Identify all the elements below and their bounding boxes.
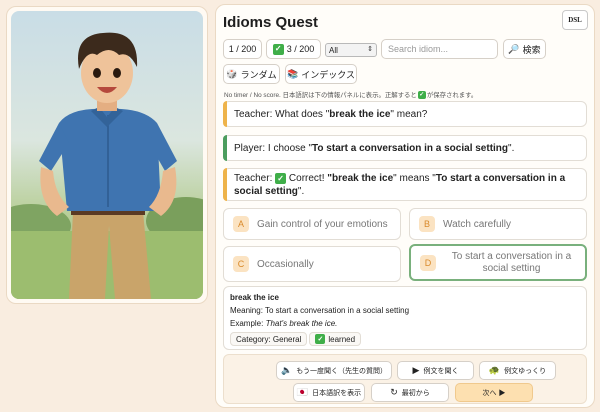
show-translation-button[interactable]: 🇯🇵 日本語訳を表示 [293, 383, 365, 402]
progress-label: 1 / 200 [228, 44, 257, 54]
option-letter: D [420, 254, 436, 271]
quiz-panel: Idioms Quest DSL 1 / 200 ✓ 3 / 200 All ⇕… [215, 4, 595, 408]
option-a[interactable]: A Gain control of your emotions [223, 208, 401, 240]
category-tag: Category: General [230, 332, 308, 346]
answer-text: Player: I choose "To start a conversatio… [234, 142, 515, 154]
learned-tag: ✓ learned [309, 332, 362, 346]
replay-question-button[interactable]: 🔈 もう一度聞く（先生の質問） [276, 361, 392, 380]
option-d[interactable]: D To start a conversation in a social se… [409, 244, 587, 281]
dice-icon: 🎲 [226, 68, 238, 79]
index-button[interactable]: 📚 インデックス [285, 64, 357, 84]
feedback-text: Teacher: ✓ Correct! "break the ice" mean… [234, 172, 566, 197]
option-c[interactable]: C Occasionally [223, 246, 401, 282]
search-button-label: 検索 [522, 44, 541, 55]
instruction-note: No timer / No score. 日本語訳は下の情報パネルに表示。正解す… [224, 90, 477, 99]
speaker-icon: 🔈 [280, 365, 293, 375]
character-illustration [11, 32, 203, 299]
search-button[interactable]: 🔎 検索 [503, 39, 546, 59]
note-text: No timer / No score. 日本語訳は下の情報パネルに表示。正解す… [224, 92, 417, 99]
footer-controls: 🔈 もう一度聞く（先生の質問） ▶ 例文を聞く 🐢 例文ゆっくり 🇯🇵 日本語訳… [223, 354, 587, 404]
book-icon: 📚 [287, 68, 299, 79]
show-translation-label: 日本語訳を表示 [312, 389, 362, 397]
next-button[interactable]: 次へ ▶ [455, 383, 533, 402]
player-answer: Player: I choose "To start a conversatio… [223, 135, 587, 161]
restart-label: 最初から [401, 389, 430, 397]
dsl-badge[interactable]: DSL [562, 10, 588, 30]
option-letter: A [233, 216, 249, 232]
progress-counter: 1 / 200 [223, 39, 262, 59]
teacher-feedback: Teacher: ✓ Correct! "break the ice" mean… [223, 168, 587, 201]
japan-flag-icon: 🇯🇵 [296, 387, 309, 397]
select-arrows-icon: ⇕ [367, 46, 373, 53]
restart-icon: ↻ [390, 387, 398, 397]
listen-example-button[interactable]: ▶ 例文を聞く [397, 361, 474, 380]
info-word: break the ice [230, 293, 279, 302]
info-panel: break the ice Meaning: To start a conver… [223, 286, 587, 350]
check-icon: ✓ [417, 90, 426, 99]
random-button[interactable]: 🎲 ランダム [223, 64, 280, 84]
check-icon: ✓ [275, 173, 287, 184]
replay-label: もう一度聞く（先生の質問） [296, 367, 387, 375]
question-text: Teacher: What does "break the ice" mean? [234, 108, 428, 120]
next-label: 次へ ▶ [482, 389, 506, 397]
search-input[interactable]: Search idiom... [381, 39, 498, 59]
play-icon: ▶ [412, 365, 420, 375]
slow-example-button[interactable]: 🐢 例文ゆっくり [479, 361, 556, 380]
character-portrait [11, 11, 203, 299]
info-example: Example: That's break the ice. [230, 319, 338, 328]
filter-select[interactable]: All ⇕ [325, 43, 377, 57]
option-text: Watch carefully [443, 218, 511, 230]
check-icon: ✓ [272, 43, 284, 55]
magnifier-icon: 🔎 [508, 43, 520, 54]
index-button-label: インデックス [301, 69, 355, 80]
info-meaning: Meaning: To start a conversation in a so… [230, 306, 410, 315]
restart-button[interactable]: ↻ 最初から [371, 383, 449, 402]
option-text: To start a conversation in a social sett… [451, 250, 572, 274]
app-title: Idioms Quest [223, 14, 319, 31]
check-icon: ✓ [315, 334, 326, 344]
filter-selected: All [329, 45, 338, 55]
slow-example-label: 例文ゆっくり [504, 367, 547, 375]
learned-counter[interactable]: ✓ 3 / 200 [266, 39, 321, 59]
option-letter: B [419, 216, 435, 232]
option-text: Occasionally [257, 258, 314, 270]
listen-example-label: 例文を聞く [423, 367, 459, 375]
learned-count: 3 / 200 [286, 44, 315, 54]
note-text-end: が保存されます。 [426, 92, 478, 99]
turtle-icon: 🐢 [488, 365, 501, 375]
option-letter: C [233, 256, 249, 272]
option-text: Gain control of your emotions [257, 218, 388, 230]
portrait-card [6, 6, 208, 304]
option-b[interactable]: B Watch carefully [409, 208, 587, 240]
teacher-question: Teacher: What does "break the ice" mean? [223, 101, 587, 127]
random-button-label: ランダム [240, 69, 277, 80]
